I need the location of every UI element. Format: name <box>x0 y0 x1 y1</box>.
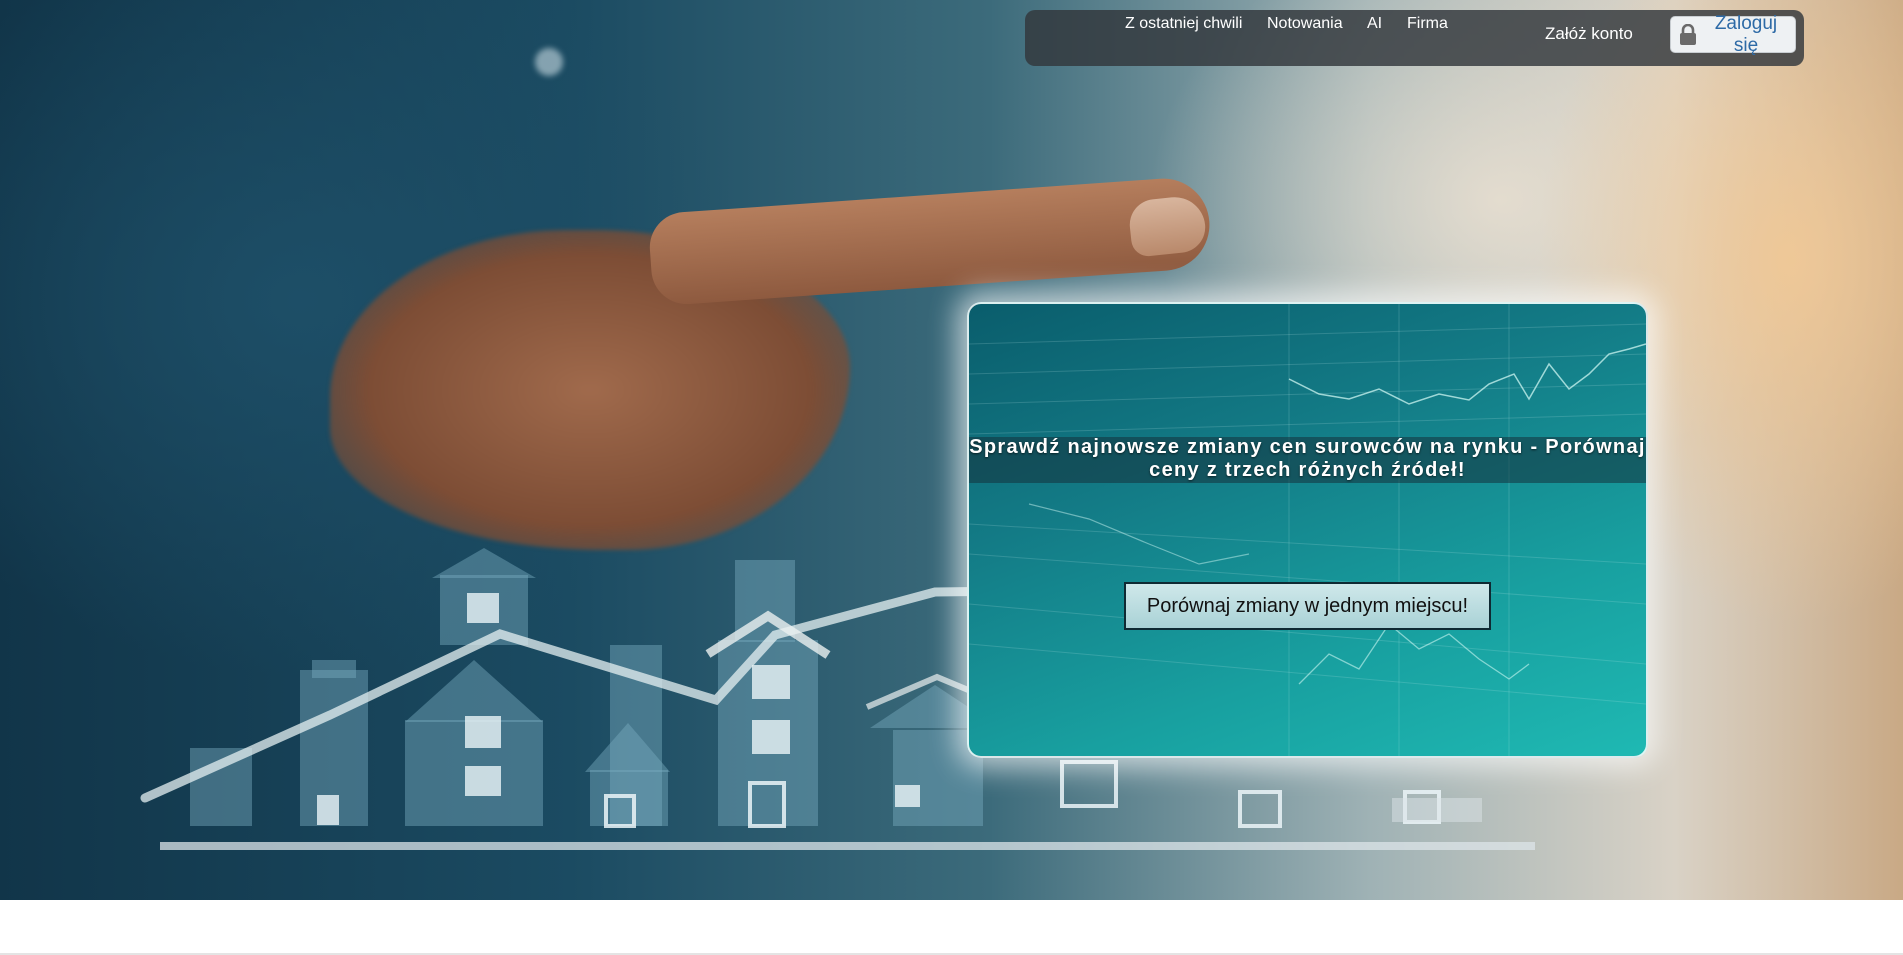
hero-headline: Sprawdź najnowsze zmiany cen surowców na… <box>969 436 1646 481</box>
lock-icon <box>1679 23 1697 46</box>
page-bottom-area <box>0 900 1903 955</box>
nav-link-latest[interactable]: Z ostatniej chwili <box>1125 15 1242 33</box>
hero-card: Sprawdź najnowsze zmiany cen surowców na… <box>967 302 1648 758</box>
compare-changes-button[interactable]: Porównaj zmiany w jednym miejscu! <box>1124 582 1491 630</box>
stock-chart-background <box>969 304 1646 756</box>
nav-link-ai[interactable]: AI <box>1367 15 1382 33</box>
login-button[interactable]: Zaloguj się <box>1670 13 1796 56</box>
nav-link-quotes[interactable]: Notowania <box>1267 15 1343 33</box>
register-link[interactable]: Załóż konto <box>1545 24 1633 44</box>
nav-link-company[interactable]: Firma <box>1407 15 1448 33</box>
login-button-label: Zaloguj się <box>1714 12 1778 56</box>
